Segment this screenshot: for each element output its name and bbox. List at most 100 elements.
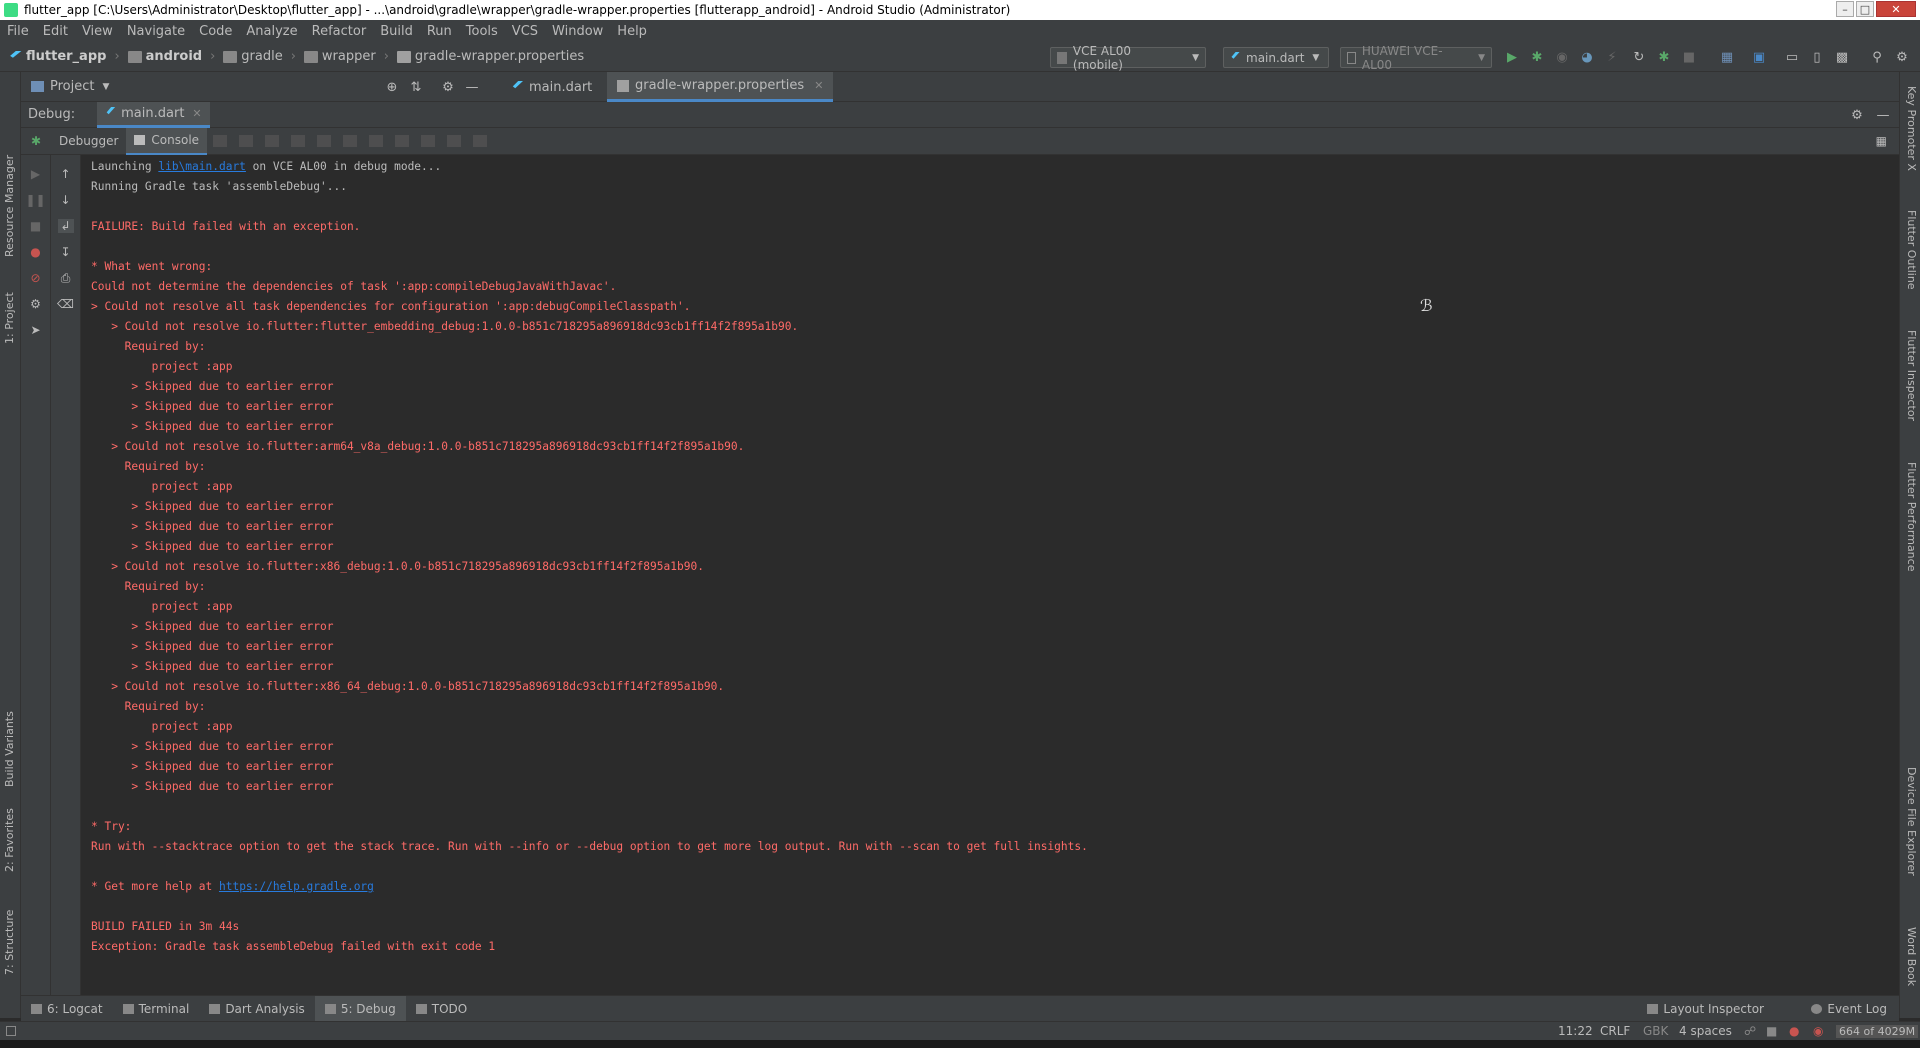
step-out-icon[interactable]: [317, 135, 332, 147]
menu-window[interactable]: Window: [545, 24, 610, 39]
tool-tab-build-variants[interactable]: Build Variants: [3, 711, 16, 787]
status-line-separator[interactable]: CRLF: [1600, 1024, 1630, 1038]
collapse-all-icon[interactable]: ⇅: [407, 78, 425, 96]
pin-icon[interactable]: ➤: [28, 323, 44, 337]
status-encoding[interactable]: GBK: [1643, 1024, 1668, 1038]
gear-icon[interactable]: ⚙: [1848, 106, 1866, 124]
tool-tab-device-file-explorer[interactable]: Device File Explorer: [1905, 767, 1918, 876]
scroll-to-end-icon[interactable]: ↧: [58, 245, 74, 259]
frames-icon[interactable]: [395, 135, 410, 147]
menu-analyze[interactable]: Analyze: [239, 24, 304, 39]
soft-wrap-icon[interactable]: ↲: [57, 219, 74, 233]
google-icon[interactable]: ◉: [1813, 1024, 1823, 1038]
status-position[interactable]: 11:22: [1558, 1024, 1593, 1038]
tool-tab-resource-manager[interactable]: Resource Manager: [3, 155, 16, 257]
minimize-icon[interactable]: –: [1836, 1, 1854, 17]
rerun-icon[interactable]: ✱: [21, 134, 51, 148]
run-config-selector[interactable]: main.dart ▼: [1223, 47, 1329, 68]
lock-icon[interactable]: ☍: [1744, 1024, 1756, 1038]
status-indent[interactable]: 4 spaces: [1679, 1024, 1732, 1038]
tool-tab-layout-inspector[interactable]: Layout Inspector: [1637, 996, 1774, 1022]
tool-tab-word-book[interactable]: Word Book: [1905, 927, 1918, 986]
debug-bug-icon[interactable]: ✱: [1528, 48, 1546, 66]
menu-file[interactable]: File: [0, 24, 36, 39]
hide-panel-icon[interactable]: —: [463, 78, 481, 96]
tool-tab-structure[interactable]: 7: Structure: [3, 910, 16, 975]
hot-reload-icon[interactable]: [421, 135, 436, 147]
attach-debugger-icon[interactable]: ◉: [1553, 48, 1571, 66]
sync-project-icon[interactable]: ▦: [1718, 48, 1736, 66]
print-icon[interactable]: ⎙: [58, 271, 74, 285]
console-output[interactable]: Launching lib\main.dart on VCE AL00 in d…: [82, 155, 1898, 995]
menu-refactor[interactable]: Refactor: [305, 24, 374, 39]
close-tab-icon[interactable]: ✕: [814, 79, 823, 92]
console-link[interactable]: https://help.gradle.org: [219, 880, 374, 893]
stop-icon[interactable]: ■: [1680, 48, 1698, 66]
tool-tab-debug[interactable]: 5: Debug: [314, 995, 406, 1022]
breadcrumb-flutter-app[interactable]: flutter_app ›: [8, 49, 120, 64]
tab-debugger[interactable]: Debugger: [51, 128, 126, 155]
tool-tab-terminal[interactable]: Terminal: [113, 996, 200, 1022]
menu-vcs[interactable]: VCS: [505, 24, 545, 39]
memory-indicator[interactable]: 664 of 4029M: [1836, 1024, 1919, 1038]
breadcrumb-wrapper[interactable]: wrapper ›: [303, 49, 389, 64]
step-over-icon[interactable]: [239, 135, 254, 147]
trash-icon[interactable]: ⌫: [57, 297, 74, 311]
tool-tab-favorites[interactable]: 2: Favorites: [3, 808, 16, 872]
project-view-selector[interactable]: Project ▼: [31, 79, 109, 94]
arrow-down-icon[interactable]: ↓: [58, 193, 74, 207]
console-link[interactable]: lib\main.dart: [158, 160, 246, 173]
breadcrumb-android[interactable]: android ›: [127, 49, 215, 64]
tool-tab-flutter-inspector[interactable]: Flutter Inspector: [1905, 330, 1918, 421]
breadcrumb-gradle[interactable]: gradle ›: [223, 49, 296, 64]
tool-tab-key-promoter[interactable]: Key Promoter X: [1905, 86, 1918, 171]
tool-tab-project[interactable]: 1: Project: [3, 292, 16, 344]
profile-icon[interactable]: ◕: [1578, 48, 1596, 66]
target-device-selector[interactable]: HUAWEI VCE-AL00 ▼: [1340, 44, 1492, 72]
hot-restart-icon[interactable]: [447, 135, 462, 147]
stop-icon[interactable]: ■: [28, 219, 44, 233]
pause-icon[interactable]: ❚❚: [25, 193, 45, 207]
close-icon[interactable]: ✕: [1876, 1, 1916, 17]
resume-icon[interactable]: ▶: [28, 167, 44, 181]
menu-edit[interactable]: Edit: [36, 24, 75, 39]
step-into-icon[interactable]: [265, 135, 280, 147]
error-icon[interactable]: ●: [1789, 1024, 1799, 1038]
apply-changes-icon[interactable]: ↻: [1630, 48, 1648, 66]
layout-icon[interactable]: ▦: [1876, 134, 1887, 148]
avd-manager-icon[interactable]: ▯: [1808, 48, 1826, 66]
tool-tab-dart-analysis[interactable]: Dart Analysis: [199, 996, 315, 1022]
tab-console[interactable]: Console: [126, 127, 208, 155]
arrow-up-icon[interactable]: ↑: [58, 167, 74, 181]
settings-icon[interactable]: ⚙: [28, 297, 44, 311]
menu-tools[interactable]: Tools: [459, 24, 505, 39]
run-to-cursor-icon[interactable]: [343, 135, 358, 147]
menu-code[interactable]: Code: [192, 24, 239, 39]
toggle-tool-windows-icon[interactable]: [6, 1026, 16, 1036]
tool-tab-todo[interactable]: TODO: [406, 996, 477, 1022]
tab-gradle-wrapper-properties[interactable]: gradle-wrapper.properties ✕: [607, 72, 834, 102]
gear-icon[interactable]: ⚙: [439, 78, 457, 96]
attach-process-icon[interactable]: ✱: [1655, 48, 1673, 66]
locate-file-icon[interactable]: ⊕: [383, 78, 401, 96]
settings-icon[interactable]: ⚙: [1893, 48, 1911, 66]
hide-panel-icon[interactable]: —: [1874, 106, 1892, 124]
tool-tab-logcat[interactable]: 6: Logcat: [21, 996, 113, 1022]
mute-breakpoints-icon[interactable]: ⊘: [28, 271, 44, 285]
breakpoints-icon[interactable]: ●: [28, 245, 44, 259]
breadcrumb-file[interactable]: gradle-wrapper.properties: [396, 49, 584, 64]
search-icon[interactable]: ⚲: [1868, 48, 1886, 66]
project-structure-icon[interactable]: ▩: [1833, 48, 1851, 66]
hot-reload-icon[interactable]: ⚡: [1603, 48, 1621, 66]
tool-tab-flutter-performance[interactable]: Flutter Performance: [1905, 462, 1918, 571]
menu-help[interactable]: Help: [610, 24, 654, 39]
menu-view[interactable]: View: [75, 24, 120, 39]
run-icon[interactable]: ▶: [1503, 48, 1521, 66]
inspector-icon[interactable]: [473, 135, 488, 147]
force-step-into-icon[interactable]: [291, 135, 306, 147]
menu-navigate[interactable]: Navigate: [120, 24, 192, 39]
menu-run[interactable]: Run: [420, 24, 459, 39]
sdk-manager-icon[interactable]: ▭: [1783, 48, 1801, 66]
tool-tab-flutter-outline[interactable]: Flutter Outline: [1905, 210, 1918, 290]
menu-build[interactable]: Build: [373, 24, 420, 39]
